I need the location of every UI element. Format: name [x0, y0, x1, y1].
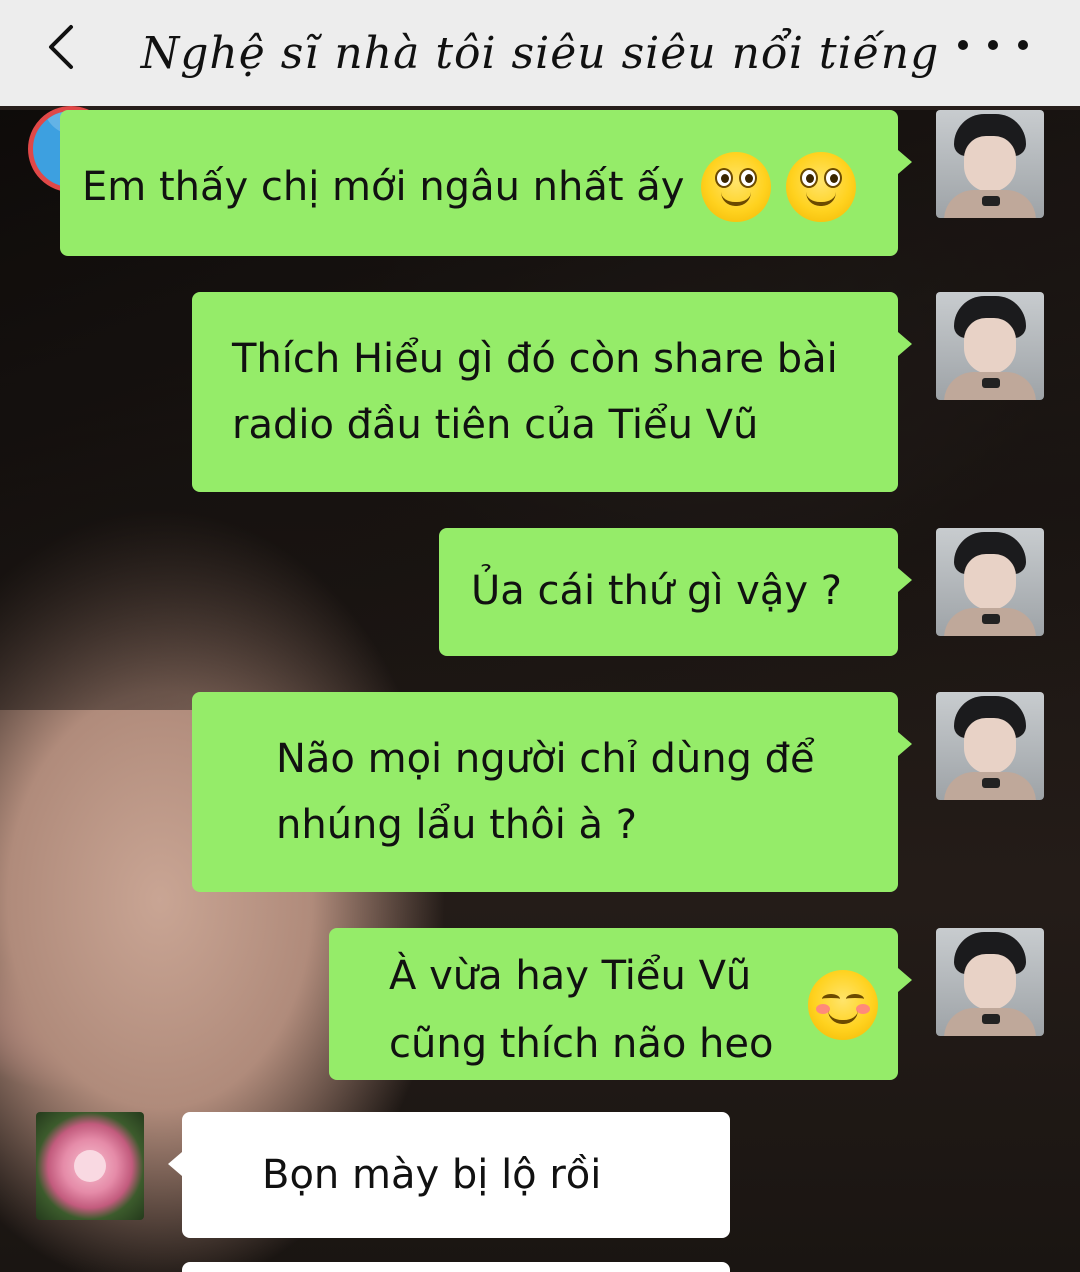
- my-avatar[interactable]: [936, 692, 1044, 800]
- smile-emoji-icon: [701, 152, 772, 222]
- message-text: Thích Hiểu gì đó còn share bài radio đầu…: [232, 336, 838, 448]
- blush-emoji-icon: [808, 970, 878, 1040]
- message-bubble[interactable]: Em thấy chị mới ngâu nhất ấy: [60, 110, 912, 256]
- message-text: Bọn mày bị lộ rồi: [262, 1152, 602, 1198]
- message-bubble[interactable]: Bọn mày bị lộ rồi: [168, 1112, 730, 1238]
- message-bubble[interactable]: À vừa hay Tiểu Vũ cũng thích não heo: [329, 928, 912, 1080]
- smile-emoji-icon: [785, 152, 856, 222]
- chat-header: Nghệ sĩ nhà tôi siêu siêu nổi tiếng: [0, 0, 1080, 106]
- more-dot-icon: [1018, 40, 1028, 50]
- my-avatar[interactable]: [936, 928, 1044, 1036]
- message-bubble-partial[interactable]: [182, 1262, 730, 1272]
- back-button[interactable]: [36, 22, 86, 72]
- friend-avatar[interactable]: [36, 1112, 144, 1220]
- message-text: Não mọi người chỉ dùng để nhúng lẩu thôi…: [276, 736, 815, 848]
- message-text: Em thấy chị mới ngâu nhất ấy: [82, 164, 685, 210]
- more-dot-icon: [988, 40, 998, 50]
- message-bubble[interactable]: Thích Hiểu gì đó còn share bài radio đầu…: [192, 292, 912, 492]
- my-avatar[interactable]: [936, 528, 1044, 636]
- message-bubble[interactable]: Não mọi người chỉ dùng để nhúng lẩu thôi…: [192, 692, 912, 892]
- more-options-button[interactable]: [958, 30, 1028, 60]
- message-text: À vừa hay Tiểu Vũ cũng thích não heo: [389, 953, 774, 1067]
- message-bubble[interactable]: Ủa cái thứ gì vậy ?: [439, 528, 912, 656]
- chat-title: Nghệ sĩ nhà tôi siêu siêu nổi tiếng: [140, 27, 940, 79]
- my-avatar[interactable]: [936, 110, 1044, 218]
- my-avatar[interactable]: [936, 292, 1044, 400]
- more-dot-icon: [958, 40, 968, 50]
- chevron-left-icon: [49, 25, 73, 69]
- message-text: Ủa cái thứ gì vậy ?: [471, 568, 842, 614]
